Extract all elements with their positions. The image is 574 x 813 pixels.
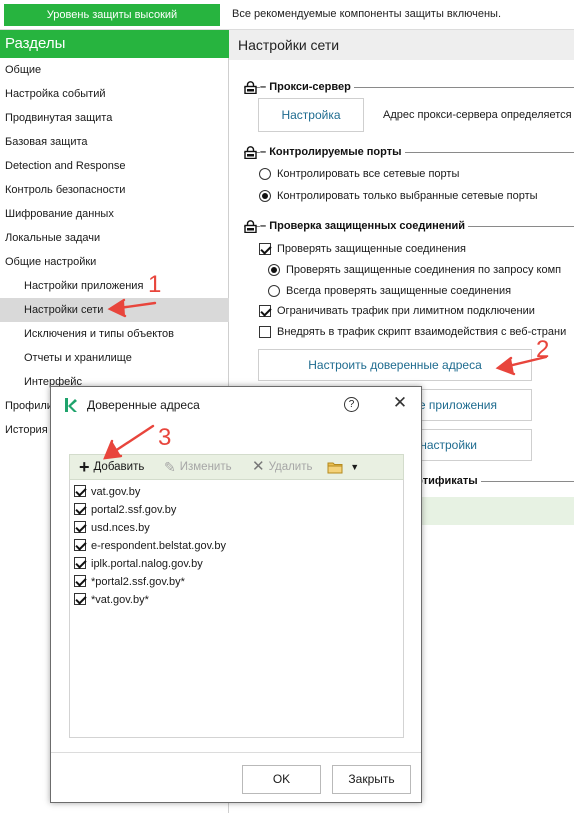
arrow-1-icon [107, 298, 157, 318]
step-2-annotation: 2 [536, 336, 550, 363]
step-3-annotation: 3 [158, 424, 172, 451]
arrow-3-icon [103, 424, 155, 460]
annotation-arrows [103, 298, 548, 460]
